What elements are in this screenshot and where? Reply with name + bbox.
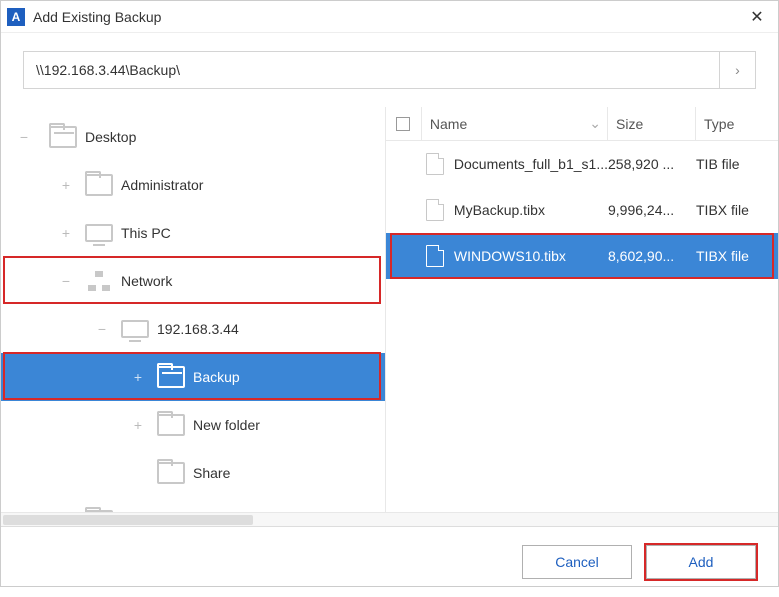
- file-row[interactable]: Documents_full_b1_s1... 258,920 ... TIB …: [386, 141, 778, 187]
- pc-icon: [85, 224, 113, 242]
- file-hscroll-thumb[interactable]: [3, 515, 253, 525]
- folder-icon: [157, 414, 185, 436]
- file-name-label: WINDOWS10.tibx: [454, 248, 566, 264]
- file-size-label: 258,920 ...: [608, 156, 696, 172]
- tree-item-host[interactable]: − 192.168.3.44: [1, 305, 385, 353]
- tree-item-newfolder[interactable]: + New folder: [1, 401, 385, 449]
- file-hscrollbar[interactable]: [1, 512, 778, 526]
- tree-item-network[interactable]: − Network: [1, 257, 385, 305]
- collapse-icon[interactable]: −: [59, 273, 73, 289]
- app-logo: A: [7, 8, 25, 26]
- cancel-button[interactable]: Cancel: [522, 545, 632, 579]
- path-input[interactable]: [23, 51, 720, 89]
- file-type-label: TIBX file: [696, 202, 778, 218]
- header-type[interactable]: Type: [696, 107, 778, 140]
- close-button[interactable]: ✕: [742, 7, 772, 27]
- tree-item-administrator[interactable]: + Administrator: [1, 161, 385, 209]
- window-title: Add Existing Backup: [33, 9, 742, 25]
- file-name-label: MyBackup.tibx: [454, 202, 545, 218]
- file-list: Documents_full_b1_s1... 258,920 ... TIB …: [386, 141, 778, 526]
- file-type-label: TIB file: [696, 156, 778, 172]
- tree-panel: − Desktop + Administrator + This PC − Ne…: [1, 107, 386, 526]
- tree-item-backup[interactable]: + Backup: [1, 353, 385, 401]
- file-row[interactable]: MyBackup.tibx 9,996,24... TIBX file: [386, 187, 778, 233]
- tree-label: Share: [193, 465, 230, 481]
- path-go-button[interactable]: ›: [720, 51, 756, 89]
- expand-icon[interactable]: +: [131, 369, 145, 385]
- add-button[interactable]: Add: [646, 545, 756, 579]
- header-name[interactable]: Name ⌄: [422, 107, 608, 140]
- chevron-right-icon: ›: [735, 62, 740, 78]
- main-panel: − Desktop + Administrator + This PC − Ne…: [1, 107, 778, 527]
- file-icon: [426, 153, 444, 175]
- expand-icon[interactable]: +: [131, 417, 145, 433]
- folder-icon: [85, 174, 113, 196]
- tree-item-thispc[interactable]: + This PC: [1, 209, 385, 257]
- tree-label: 192.168.3.44: [157, 321, 239, 337]
- checkbox-icon: [396, 117, 410, 131]
- tree-label: New folder: [193, 417, 260, 433]
- file-icon: [426, 199, 444, 221]
- file-name-label: Documents_full_b1_s1...: [454, 156, 608, 172]
- tree-label: Network: [121, 273, 172, 289]
- expand-icon[interactable]: +: [59, 177, 73, 193]
- tree-item-desktop[interactable]: − Desktop: [1, 113, 385, 161]
- folder-icon: [157, 462, 185, 484]
- header-checkbox[interactable]: [386, 107, 422, 140]
- file-size-label: 9,996,24...: [608, 202, 696, 218]
- header-name-label: Name: [430, 116, 467, 132]
- file-type-label: TIBX file: [696, 248, 778, 264]
- folder-icon: [49, 126, 77, 148]
- file-size-label: 8,602,90...: [608, 248, 696, 264]
- sort-down-icon: ⌄: [589, 115, 601, 132]
- file-header: Name ⌄ Size Type: [386, 107, 778, 141]
- path-bar: ›: [23, 51, 756, 89]
- file-panel: Name ⌄ Size Type Documents_full_b1_s1... …: [386, 107, 778, 526]
- tree-label: Backup: [193, 369, 240, 385]
- folder-icon: [157, 366, 185, 388]
- network-icon: [85, 271, 113, 291]
- tree-label: This PC: [121, 225, 171, 241]
- collapse-icon[interactable]: −: [95, 321, 109, 337]
- tree-label: Desktop: [85, 129, 136, 145]
- header-size[interactable]: Size: [608, 107, 696, 140]
- titlebar: A Add Existing Backup ✕: [1, 1, 778, 33]
- collapse-icon[interactable]: −: [17, 129, 31, 145]
- tree-label: Administrator: [121, 177, 203, 193]
- file-icon: [426, 245, 444, 267]
- expand-icon[interactable]: +: [59, 225, 73, 241]
- tree-item-share[interactable]: + Share: [1, 449, 385, 497]
- file-row-selected[interactable]: WINDOWS10.tibx 8,602,90... TIBX file: [386, 233, 778, 279]
- pc-icon: [121, 320, 149, 338]
